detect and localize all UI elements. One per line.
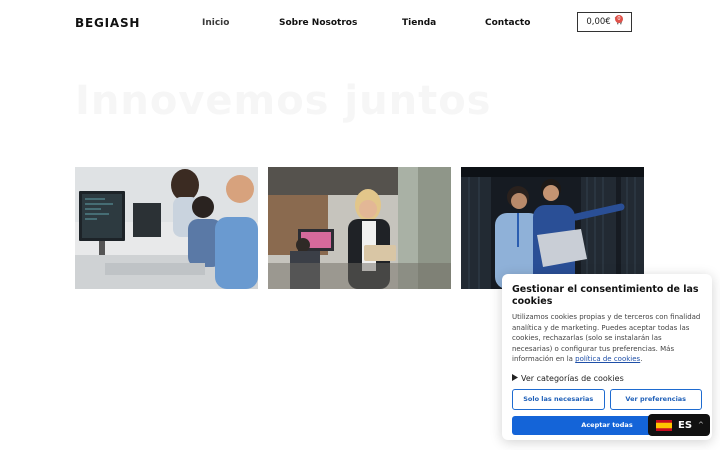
photo-team-at-computers — [75, 167, 258, 289]
hero-title: Innovemos juntos — [75, 78, 492, 124]
nav-item-inicio[interactable]: Inicio — [202, 18, 229, 28]
necessary-only-button[interactable]: Solo las necesarias — [512, 388, 605, 410]
cookie-categories-label: Ver categorías de cookies — [521, 373, 624, 383]
cart-button[interactable]: 0,00€ 0 — [577, 12, 632, 32]
caret-right-icon — [512, 373, 518, 383]
cookie-description: Utilizamos cookies propias y de terceros… — [512, 312, 702, 365]
nav-item-sobre-nosotros[interactable]: Sobre Nosotros — [279, 18, 357, 28]
language-code: ES — [678, 419, 693, 431]
site-logo[interactable]: BEGIASH — [75, 16, 140, 30]
photo-woman-with-tablet — [268, 167, 451, 289]
nav-item-tienda[interactable]: Tienda — [402, 18, 436, 28]
chevron-up-icon: ^ — [698, 421, 704, 429]
spain-flag-icon — [656, 416, 672, 435]
cart-total: 0,00€ — [586, 17, 611, 27]
cookie-categories-toggle[interactable]: Ver categorías de cookies — [512, 373, 702, 383]
language-switcher[interactable]: ES ^ — [648, 414, 710, 436]
nav-item-contacto[interactable]: Contacto — [485, 18, 530, 28]
cart-count-badge: 0 — [615, 15, 623, 23]
cookie-title: Gestionar el consentimiento de las cooki… — [512, 284, 699, 307]
preferences-button[interactable]: Ver preferencias — [609, 388, 702, 410]
cookie-policy-link[interactable]: política de cookies — [575, 355, 640, 363]
cookie-button-row: Solo las necesarias Ver preferencias — [512, 388, 702, 410]
photo-engineers-server-room — [461, 167, 644, 289]
cookie-text-suffix: . — [640, 355, 643, 363]
site-header: BEGIASH Inicio Sobre Nosotros Tienda Con… — [0, 0, 720, 46]
